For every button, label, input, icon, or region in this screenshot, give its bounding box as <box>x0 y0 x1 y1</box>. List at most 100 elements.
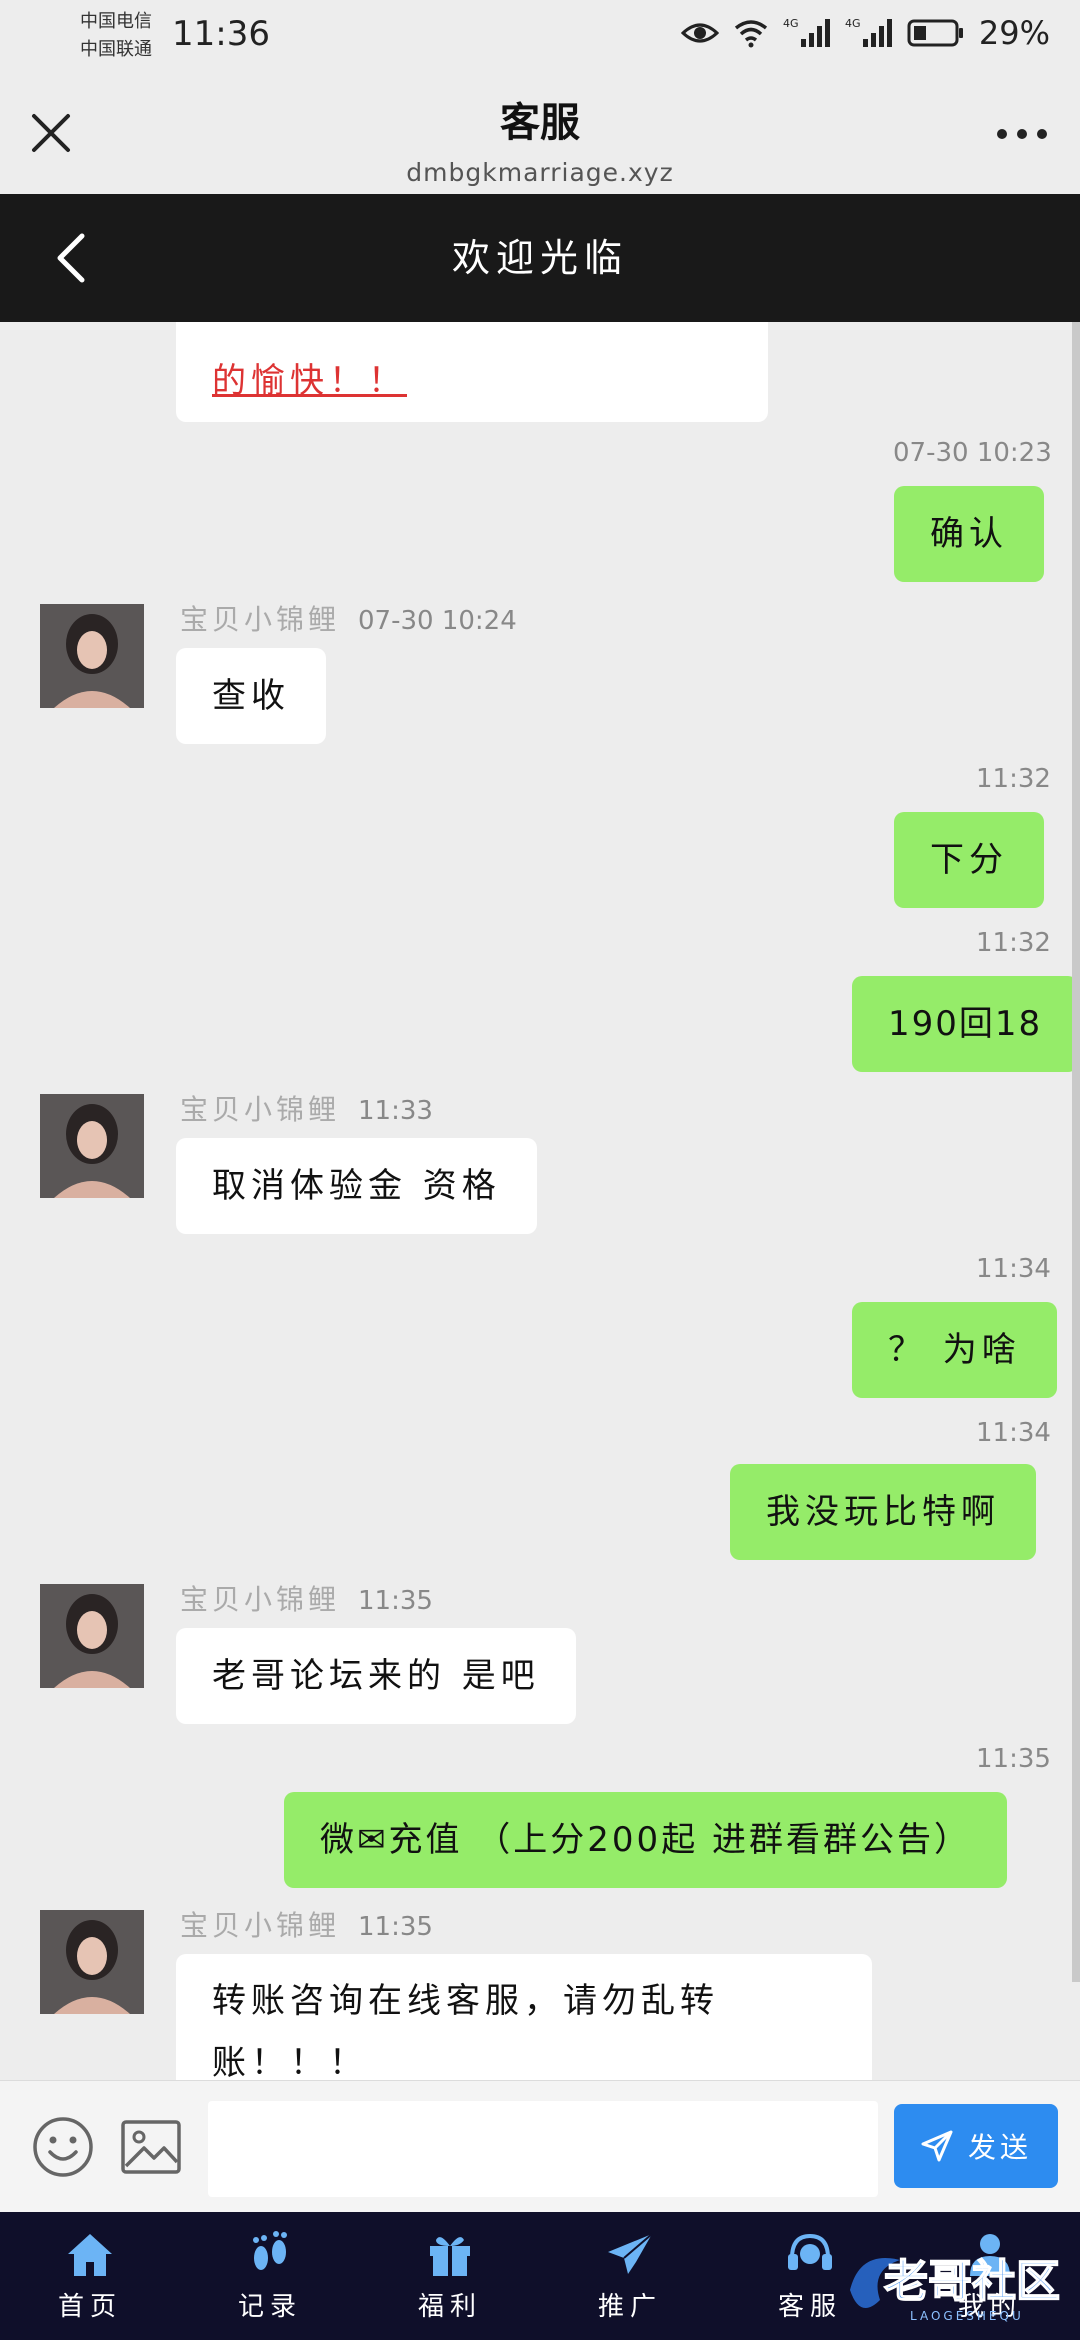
message-text: 微✉充值 （上分200起 进群看群公告） <box>320 1820 971 1860</box>
message-timestamp: 07-30 10:24 <box>358 606 517 636</box>
carrier-2: 中国联通 <box>80 39 152 60</box>
paper-plane-icon <box>608 2232 653 2274</box>
message-bubble-incoming: 查收 <box>176 648 326 744</box>
message-text: 确认 <box>930 514 1008 554</box>
message-bubble-outgoing: 190回18 <box>852 976 1079 1072</box>
page-title-block: 客服 dmbgkmarriage.xyz <box>0 90 1080 187</box>
message-bubble-outgoing: 下分 <box>894 812 1044 908</box>
message-text-line: 账！！！ <box>212 2043 368 2080</box>
nav-item-home[interactable]: 首页 <box>0 2212 180 2340</box>
message-text: 查收 <box>212 676 290 716</box>
send-arrow-icon <box>921 2130 953 2162</box>
avatar-photo-icon <box>40 1094 144 1198</box>
chat-header: 欢迎光临 <box>0 194 1080 322</box>
watermark-logo: 老哥社区 LAOGESHEQU <box>840 2240 1080 2330</box>
nav-label: 客服 <box>777 2291 842 2322</box>
sender-line: 宝贝小锦鲤 07-30 10:24 <box>180 598 517 638</box>
message-text: 的愉快！！ <box>212 361 407 401</box>
message-timestamp: 11:33 <box>358 1096 433 1126</box>
carrier-1: 中国电信 <box>80 11 152 32</box>
battery-percentage: 29% <box>978 14 1050 52</box>
home-icon <box>68 2233 112 2276</box>
message-text-line: 转账咨询在线客服，请勿乱转 <box>212 1981 719 2021</box>
message-text: 我没玩比特啊 <box>766 1492 1000 1532</box>
nav-label: 首页 <box>57 2291 122 2322</box>
browser-title-bar: 客服 dmbgkmarriage.xyz <box>0 72 1080 194</box>
avatar[interactable] <box>40 1910 144 2014</box>
message-timestamp: 11:34 <box>976 1254 1051 1284</box>
message-timestamp: 07-30 10:23 <box>893 438 1052 468</box>
sender-line: 宝贝小锦鲤 11:35 <box>180 1904 433 1944</box>
eye-icon <box>680 21 719 45</box>
message-text: 下分 <box>930 840 1008 880</box>
footprint-icon <box>253 2230 287 2270</box>
watermark-subtext: LAOGESHEQU <box>910 2309 1024 2323</box>
sender-name: 宝贝小锦鲤 <box>180 1093 341 1126</box>
message-input[interactable] <box>208 2101 878 2197</box>
send-button[interactable]: 发送 <box>894 2104 1058 2188</box>
status-icons: 4G 4G 29% <box>680 14 1050 52</box>
chat-title: 欢迎光临 <box>451 236 628 280</box>
message-bubble-outgoing: 微✉充值 （上分200起 进群看群公告） <box>284 1792 1007 1888</box>
signal-icon-1: 4G <box>783 17 831 49</box>
status-bar: 中国电信 中国联通 11:36 4G 4G 29% <box>0 0 1080 72</box>
gift-icon <box>430 2236 470 2276</box>
more-options-button[interactable] <box>994 124 1050 144</box>
signal-label-2: 4G <box>845 17 861 30</box>
message-text: 取消体验金 资格 <box>212 1166 501 1206</box>
sender-line: 宝贝小锦鲤 11:33 <box>180 1088 433 1128</box>
message-bubble-outgoing: 确认 <box>894 486 1044 582</box>
avatar-photo-icon <box>40 1584 144 1688</box>
watermark-text: 老哥社区 <box>884 2256 1060 2307</box>
message-bubble-outgoing: ？ 为啥 <box>852 1302 1057 1398</box>
dragon-logo-icon: 老哥社区 LAOGESHEQU <box>850 2255 1061 2323</box>
nav-label: 福利 <box>417 2291 482 2322</box>
message-bubble-incoming: 取消体验金 资格 <box>176 1138 537 1234</box>
image-icon <box>121 2120 181 2174</box>
signal-icon-2: 4G <box>845 17 893 49</box>
message-input-bar: 发送 <box>0 2080 1080 2213</box>
nav-label: 推广 <box>597 2291 662 2322</box>
wifi-icon <box>733 18 769 48</box>
avatar-photo-icon <box>40 604 144 708</box>
message-timestamp: 11:32 <box>976 928 1051 958</box>
avatar[interactable] <box>40 1094 144 1198</box>
scrollbar[interactable] <box>1072 322 1080 1982</box>
avatar[interactable] <box>40 1584 144 1688</box>
signal-label-1: 4G <box>783 17 799 30</box>
nav-item-welfare[interactable]: 福利 <box>360 2212 540 2340</box>
message-timestamp: 11:35 <box>358 1586 433 1616</box>
battery-icon <box>907 18 965 48</box>
message-timestamp: 11:35 <box>976 1744 1051 1774</box>
page-title: 客服 <box>500 100 580 146</box>
message-list[interactable]: 的愉快！！ 07-30 10:23 确认 宝贝小锦鲤 07-30 10:24 查收… <box>0 322 1080 2080</box>
send-button-label: 发送 <box>967 2131 1032 2164</box>
sender-name: 宝贝小锦鲤 <box>180 603 341 636</box>
avatar[interactable] <box>40 604 144 708</box>
nav-label: 记录 <box>237 2291 302 2322</box>
nav-item-records[interactable]: 记录 <box>180 2212 360 2340</box>
message-bubble-incoming: 老哥论坛来的 是吧 <box>176 1628 576 1724</box>
message-bubble-incoming: 转账咨询在线客服，请勿乱转 账！！！ <box>176 1954 872 2080</box>
emoji-button[interactable] <box>32 2116 94 2178</box>
message-text: 老哥论坛来的 是吧 <box>212 1656 540 1696</box>
avatar-photo-icon <box>40 1910 144 2014</box>
message-text: ？ 为啥 <box>888 1330 1021 1370</box>
sender-name: 宝贝小锦鲤 <box>180 1909 341 1942</box>
more-icon <box>997 129 1047 139</box>
headset-icon <box>788 2233 832 2270</box>
message-timestamp: 11:34 <box>976 1418 1051 1448</box>
smiley-icon <box>33 2117 93 2177</box>
carrier-names: 中国电信 中国联通 <box>80 8 152 64</box>
message-bubble-partial: 的愉快！！ <box>176 322 768 422</box>
status-time: 11:36 <box>172 14 270 54</box>
sender-line: 宝贝小锦鲤 11:35 <box>180 1578 433 1618</box>
message-bubble-outgoing: 我没玩比特啊 <box>730 1464 1036 1560</box>
nav-item-promotion[interactable]: 推广 <box>540 2212 720 2340</box>
message-text: 190回18 <box>888 1004 1043 1044</box>
image-upload-button[interactable] <box>120 2118 182 2176</box>
page-domain: dmbgkmarriage.xyz <box>406 158 674 187</box>
message-timestamp: 11:35 <box>358 1912 433 1942</box>
sender-name: 宝贝小锦鲤 <box>180 1583 341 1616</box>
message-timestamp: 11:32 <box>976 764 1051 794</box>
